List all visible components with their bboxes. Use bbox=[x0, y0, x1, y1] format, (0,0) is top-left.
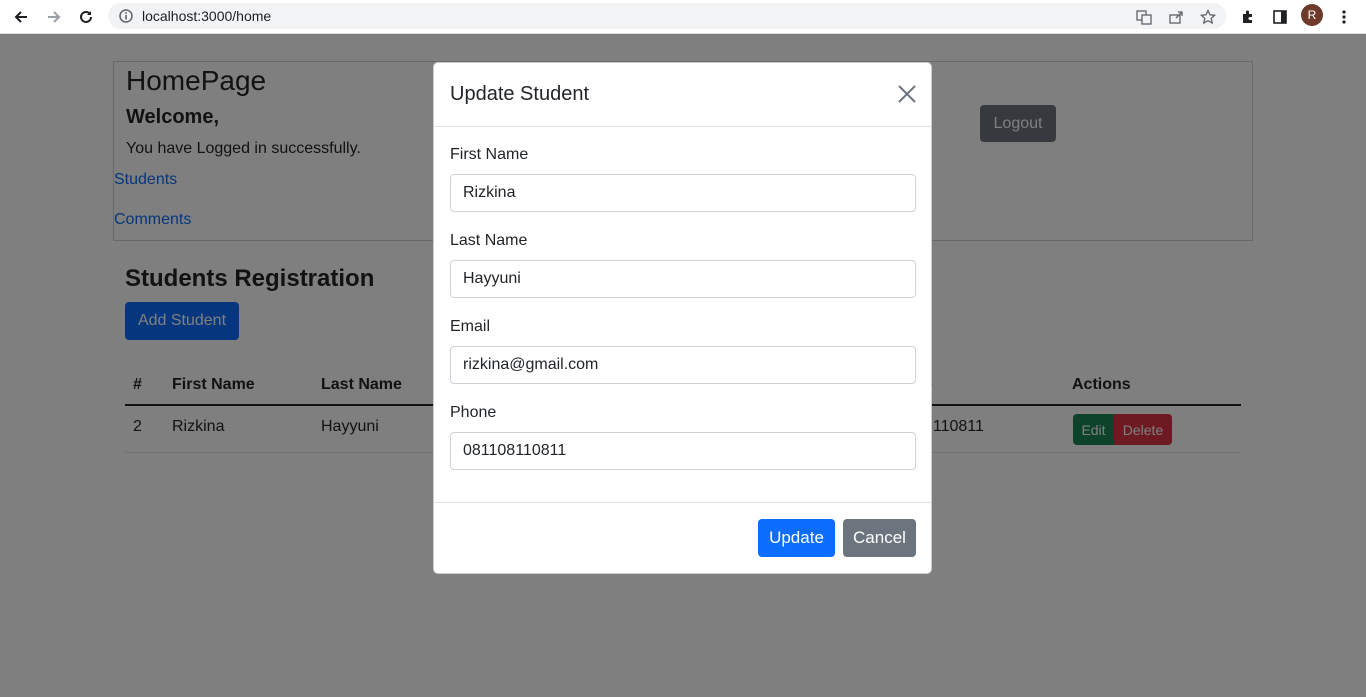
modal-title: Update Student bbox=[450, 83, 589, 105]
translate-icon[interactable] bbox=[1134, 8, 1154, 26]
phone-input[interactable] bbox=[450, 432, 916, 470]
modal-header: Update Student bbox=[434, 63, 931, 127]
menu-kebab-icon[interactable] bbox=[1332, 5, 1356, 29]
share-icon[interactable] bbox=[1166, 8, 1186, 26]
cancel-button[interactable]: Cancel bbox=[843, 519, 916, 557]
extensions-icon[interactable] bbox=[1236, 5, 1260, 29]
first-name-input[interactable] bbox=[450, 174, 916, 212]
address-bar[interactable]: localhost:3000/home bbox=[108, 3, 1226, 29]
update-student-modal: Update Student First Name Last Name Emai… bbox=[433, 62, 932, 574]
close-icon[interactable] bbox=[896, 83, 918, 105]
first-name-label: First Name bbox=[450, 146, 529, 163]
last-name-input[interactable] bbox=[450, 260, 916, 298]
url-text: localhost:3000/home bbox=[142, 8, 272, 24]
back-icon[interactable] bbox=[9, 5, 33, 29]
update-button[interactable]: Update bbox=[758, 519, 835, 557]
modal-footer-divider bbox=[434, 502, 931, 503]
last-name-label: Last Name bbox=[450, 232, 528, 249]
email-input[interactable] bbox=[450, 346, 916, 384]
profile-avatar[interactable]: R bbox=[1301, 4, 1323, 26]
site-info-icon[interactable] bbox=[119, 9, 133, 28]
bookmark-star-icon[interactable] bbox=[1198, 8, 1218, 26]
phone-label: Phone bbox=[450, 404, 497, 421]
side-panel-icon[interactable] bbox=[1268, 5, 1292, 29]
forward-icon[interactable] bbox=[42, 5, 66, 29]
email-label: Email bbox=[450, 318, 491, 335]
reload-icon[interactable] bbox=[74, 5, 98, 29]
browser-toolbar: localhost:3000/home R bbox=[0, 0, 1366, 34]
